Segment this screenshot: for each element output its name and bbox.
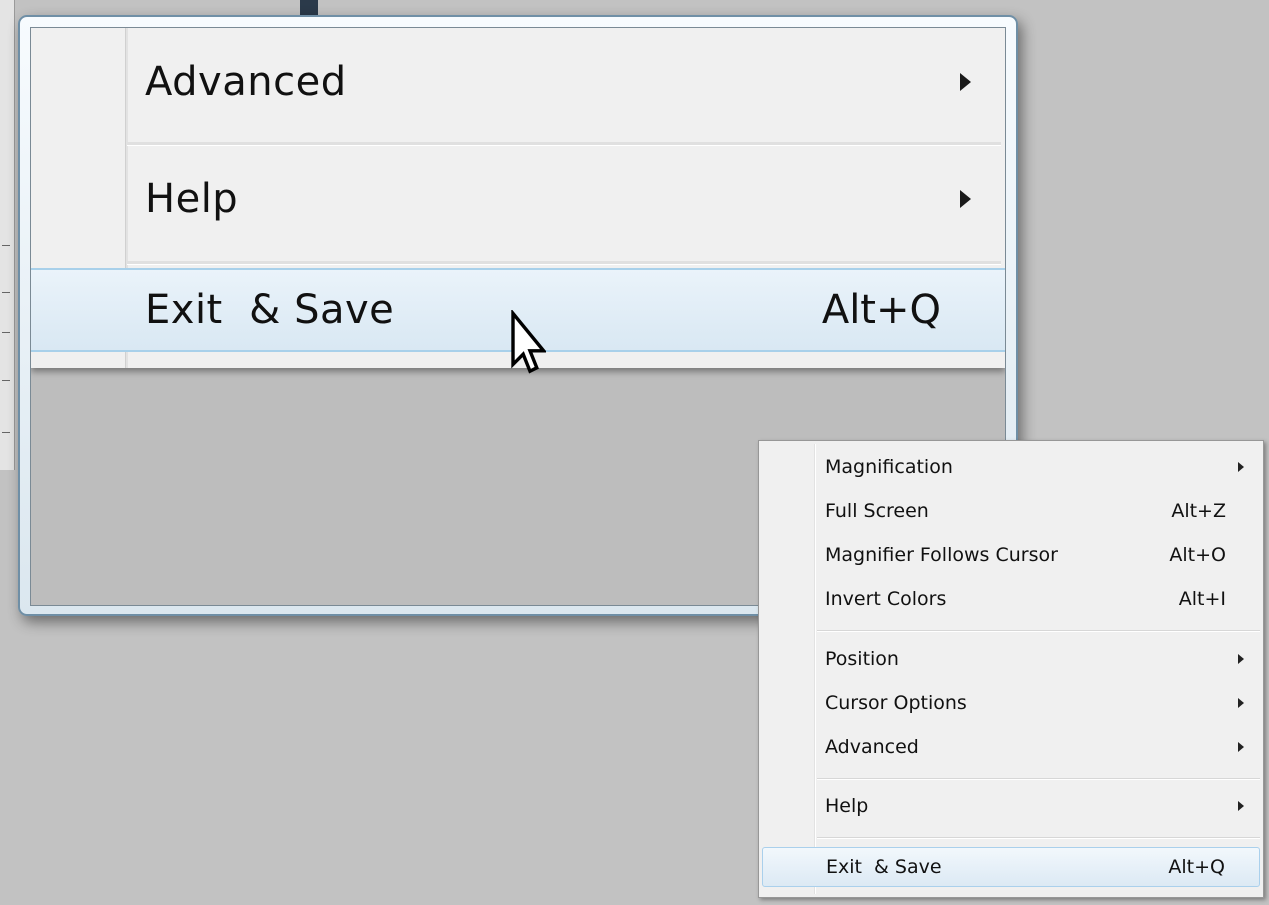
menu-item-label: Full Screen: [825, 500, 929, 522]
background-text-fragment: [2, 245, 10, 246]
chevron-right-icon: [1238, 698, 1244, 708]
menu-item-shortcut: Alt+Z: [1171, 500, 1226, 522]
menu-item-full-screen[interactable]: Full Screen Alt+Z: [762, 492, 1260, 530]
menu-item-help[interactable]: Help: [762, 787, 1260, 825]
background-window-fragment: [300, 0, 318, 16]
background-window-edge: [0, 0, 15, 470]
menu-separator: [817, 837, 1260, 839]
menu-item-label: Advanced: [145, 59, 347, 105]
zoomed-menu-item-help[interactable]: Help: [31, 145, 1005, 253]
menu-item-label: Help: [825, 795, 869, 817]
chevron-right-icon: [1238, 742, 1244, 752]
menu-item-label: Help: [145, 176, 239, 222]
chevron-right-icon: [960, 73, 971, 91]
background-text-fragment: [2, 432, 10, 433]
menu-item-label: Invert Colors: [825, 588, 947, 610]
chevron-right-icon: [1238, 462, 1244, 472]
menu-item-shortcut: Alt+Q: [821, 287, 941, 333]
menu-item-position[interactable]: Position: [762, 640, 1260, 678]
background-text-fragment: [2, 380, 10, 381]
background-text-fragment: [2, 332, 10, 333]
menu-item-label: Magnifier Follows Cursor: [825, 544, 1058, 566]
chevron-right-icon: [1238, 654, 1244, 664]
mouse-pointer-icon: [511, 310, 546, 374]
menu-item-invert-colors[interactable]: Invert Colors Alt+I: [762, 580, 1260, 618]
chevron-right-icon: [1238, 801, 1244, 811]
menu-separator: [817, 778, 1260, 780]
menu-item-cursor-options[interactable]: Cursor Options: [762, 684, 1260, 722]
menu-item-label: Advanced: [825, 736, 919, 758]
menu-item-magnifier-follows-cursor[interactable]: Magnifier Follows Cursor Alt+O: [762, 536, 1260, 574]
menu-item-magnification[interactable]: Magnification: [762, 448, 1260, 486]
menu-separator: [817, 630, 1260, 632]
menu-item-label: Magnification: [825, 456, 953, 478]
menu-item-advanced[interactable]: Advanced: [762, 728, 1260, 766]
menu-item-label: Position: [825, 648, 899, 670]
menu-item-shortcut: Alt+Q: [1168, 856, 1225, 878]
zoomed-menu-item-advanced[interactable]: Advanced: [31, 28, 1005, 136]
menu-item-exit-save[interactable]: Exit & Save Alt+Q: [762, 847, 1260, 887]
context-menu: Magnification Full Screen Alt+Z Magnifie…: [758, 440, 1264, 898]
background-text-fragment: [2, 292, 10, 293]
menu-item-shortcut: Alt+I: [1178, 588, 1226, 610]
chevron-right-icon: [960, 190, 971, 208]
menu-item-label: Exit & Save: [826, 856, 942, 878]
menu-item-label: Cursor Options: [825, 692, 967, 714]
menu-item-label: Exit & Save: [145, 287, 395, 333]
menu-item-shortcut: Alt+O: [1169, 544, 1226, 566]
menu-separator: [127, 261, 1001, 265]
